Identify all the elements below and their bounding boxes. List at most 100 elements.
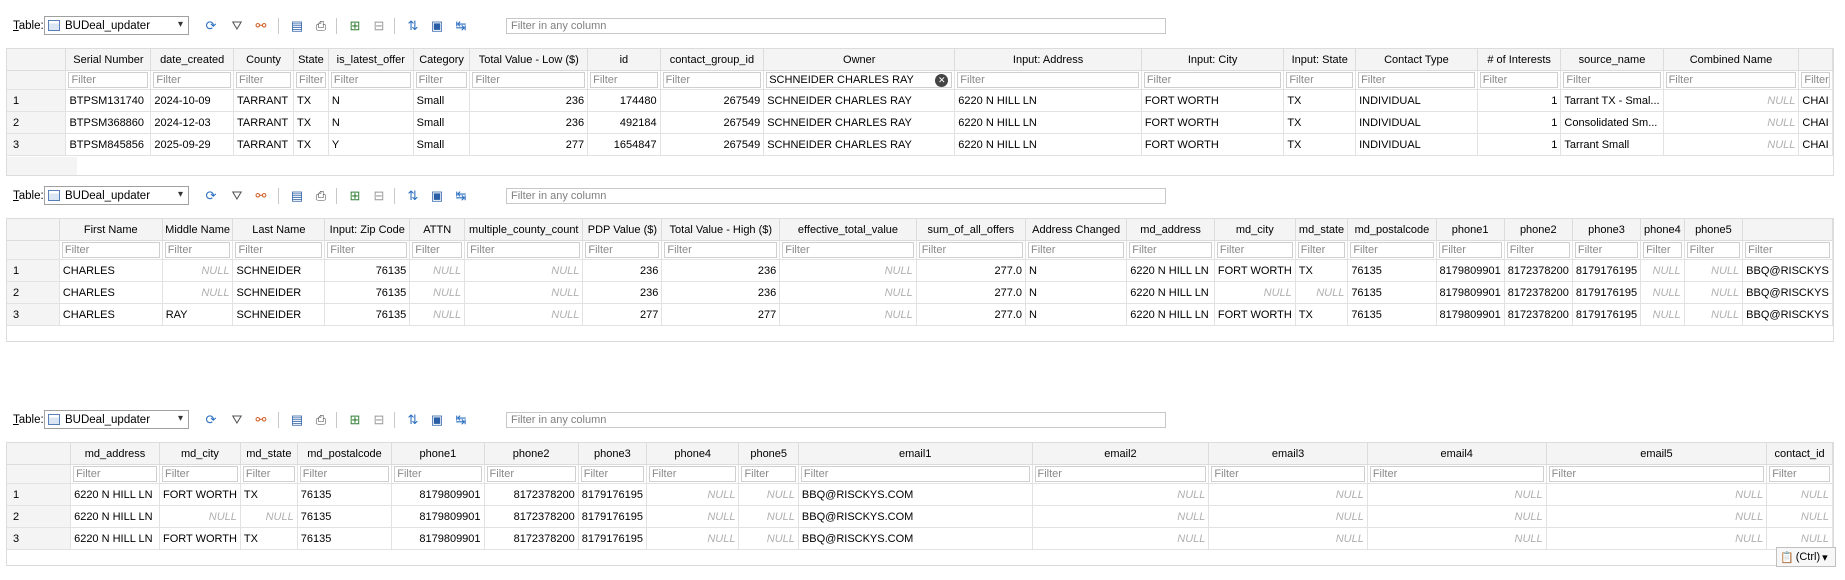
- column-header-contact-group-id[interactable]: contact_group_id: [660, 49, 765, 71]
- table-cell[interactable]: NULL: [779, 281, 917, 304]
- table-cell[interactable]: SCHNEIDER: [232, 259, 326, 282]
- table-cell[interactable]: CHAI: [1798, 133, 1833, 156]
- table-cell[interactable]: NULL: [1032, 527, 1210, 550]
- column-header-input-address[interactable]: Input: Address: [954, 49, 1142, 71]
- filter-input[interactable]: Filter: [295, 72, 326, 88]
- table-cell[interactable]: NULL: [1684, 281, 1744, 304]
- filter-input[interactable]: Filter: [580, 466, 644, 482]
- column-header-phone5[interactable]: phone5: [738, 443, 799, 465]
- filter-options-icon[interactable]: ⚯: [252, 17, 270, 35]
- row-number[interactable]: 3: [7, 133, 67, 156]
- table-cell[interactable]: NULL: [159, 505, 241, 528]
- filter-input[interactable]: Filter: [1297, 242, 1346, 258]
- table-cell[interactable]: 1: [1477, 111, 1562, 134]
- filter-input[interactable]: Filter: [1358, 72, 1475, 88]
- filter-input[interactable]: Filter: [1143, 72, 1282, 88]
- table-cell[interactable]: NULL: [1766, 505, 1833, 528]
- table-cell[interactable]: TX: [1283, 133, 1357, 156]
- filter-options-icon[interactable]: ⚯: [252, 187, 270, 205]
- filter-input[interactable]: Filter: [1506, 242, 1570, 258]
- filter-input[interactable]: Filter: [1665, 72, 1797, 88]
- table-cell[interactable]: NULL: [1367, 505, 1547, 528]
- filter-input[interactable]: Filter: [1563, 72, 1661, 88]
- filter-any-column-input[interactable]: Filter in any column: [506, 188, 1166, 204]
- table-cell[interactable]: BTPSM368860: [65, 111, 152, 134]
- table-cell[interactable]: 76135: [324, 281, 411, 304]
- table-cell[interactable]: NULL: [1640, 281, 1685, 304]
- table-cell[interactable]: Small: [413, 111, 471, 134]
- column-header-email2[interactable]: email2: [1032, 443, 1210, 465]
- table-cell[interactable]: FORT WORTH: [159, 527, 241, 550]
- table-cell[interactable]: N: [328, 111, 414, 134]
- table-cell[interactable]: 277: [469, 133, 589, 156]
- table-cell[interactable]: INDIVIDUAL: [1355, 89, 1478, 112]
- table-cell[interactable]: NULL: [1208, 527, 1368, 550]
- row-number[interactable]: 1: [7, 89, 67, 112]
- filter-input[interactable]: Filter: [782, 242, 914, 258]
- filter-input[interactable]: Filter: [1369, 466, 1544, 482]
- table-cell[interactable]: RAY: [162, 303, 234, 326]
- table-cell[interactable]: 277.0: [916, 281, 1027, 304]
- column-header-category[interactable]: Category: [413, 49, 471, 71]
- column-header-of-interests[interactable]: # of Interests: [1477, 49, 1562, 71]
- table-cell[interactable]: 76135: [1347, 303, 1437, 326]
- column-header-state[interactable]: State: [293, 49, 329, 71]
- table-cell[interactable]: BTPSM845856: [65, 133, 152, 156]
- column-header-address-changed[interactable]: Address Changed: [1025, 219, 1128, 241]
- filter-input[interactable]: Filter: [1216, 242, 1293, 258]
- table-cell[interactable]: BBQ@RISCKYS.COM: [798, 483, 1033, 506]
- column-header-pdp-value[interactable]: PDP Value ($): [582, 219, 663, 241]
- table-cell[interactable]: N: [1025, 281, 1128, 304]
- table-cell[interactable]: 76135: [1347, 259, 1437, 282]
- delete-row-icon[interactable]: ⊟: [370, 411, 388, 429]
- filter-input[interactable]: Filter: [1801, 72, 1830, 88]
- column-header-source-name[interactable]: source_name: [1560, 49, 1664, 71]
- table-cell[interactable]: 76135: [297, 527, 393, 550]
- sort-icon[interactable]: ⇅: [404, 187, 422, 205]
- column-header-is-latest-offer[interactable]: is_latest_offer: [328, 49, 414, 71]
- filter-input[interactable]: Filter: [664, 242, 778, 258]
- refresh-icon[interactable]: ⟳: [202, 17, 220, 35]
- table-row[interactable]: 1 BTPSM131740 2024-10-09 TARRANT TX N Small 236…: [7, 89, 1833, 112]
- filter-input[interactable]: Filter: [1548, 466, 1765, 482]
- table-cell[interactable]: 8172378200: [1504, 281, 1573, 304]
- table-row[interactable]: 3 6220 N HILL LN FORT WORTH TX 76135 81798099…: [7, 527, 1833, 550]
- row-number[interactable]: 2: [7, 281, 60, 304]
- table-cell[interactable]: 76135: [297, 483, 393, 506]
- table-cell[interactable]: BTPSM131740: [65, 89, 152, 112]
- table-cell[interactable]: FORT WORTH: [1214, 259, 1296, 282]
- column-header-blank[interactable]: [1798, 49, 1833, 71]
- table-cell[interactable]: NULL: [779, 303, 917, 326]
- table-cell[interactable]: 6220 N HILL LN: [70, 527, 160, 550]
- column-header-phone5[interactable]: phone5: [1684, 219, 1744, 241]
- export-icon[interactable]: ▣: [428, 17, 446, 35]
- table-cell[interactable]: 8179176195: [578, 483, 647, 506]
- column-header-input-city[interactable]: Input: City: [1141, 49, 1285, 71]
- column-header-id[interactable]: id: [587, 49, 661, 71]
- table-cell[interactable]: NULL: [646, 527, 740, 550]
- table-cell[interactable]: 8172378200: [484, 505, 579, 528]
- filter-input[interactable]: Filter: [918, 242, 1023, 258]
- table-cell[interactable]: 8179176195: [578, 527, 647, 550]
- table-cell[interactable]: 8172378200: [1504, 259, 1573, 282]
- column-header-contact-id[interactable]: contact_id: [1766, 443, 1833, 465]
- table-cell[interactable]: 236: [469, 89, 589, 112]
- table-cell[interactable]: Small: [413, 89, 471, 112]
- table-cell[interactable]: 277.0: [916, 259, 1027, 282]
- table-cell[interactable]: NULL: [464, 303, 584, 326]
- table-cell[interactable]: FORT WORTH: [1141, 133, 1285, 156]
- filter-input[interactable]: Filter: [1574, 242, 1639, 258]
- table-select[interactable]: BUDeal_updater ▾: [44, 16, 189, 35]
- table-cell[interactable]: NULL: [779, 259, 917, 282]
- table-cell[interactable]: 8172378200: [1504, 303, 1573, 326]
- table-cell[interactable]: NULL: [738, 505, 799, 528]
- row-number[interactable]: 3: [7, 527, 72, 550]
- table-cell[interactable]: 8179809901: [1436, 281, 1505, 304]
- column-header-email1[interactable]: email1: [798, 443, 1033, 465]
- refresh-icon[interactable]: ⟳: [202, 187, 220, 205]
- table-cell[interactable]: BBQ@RISCKYS: [1742, 259, 1833, 282]
- table-cell[interactable]: TX: [240, 527, 298, 550]
- filter-options-icon[interactable]: ⚯: [252, 411, 270, 429]
- table-cell[interactable]: NULL: [1032, 483, 1210, 506]
- save-icon[interactable]: ▤: [288, 17, 306, 35]
